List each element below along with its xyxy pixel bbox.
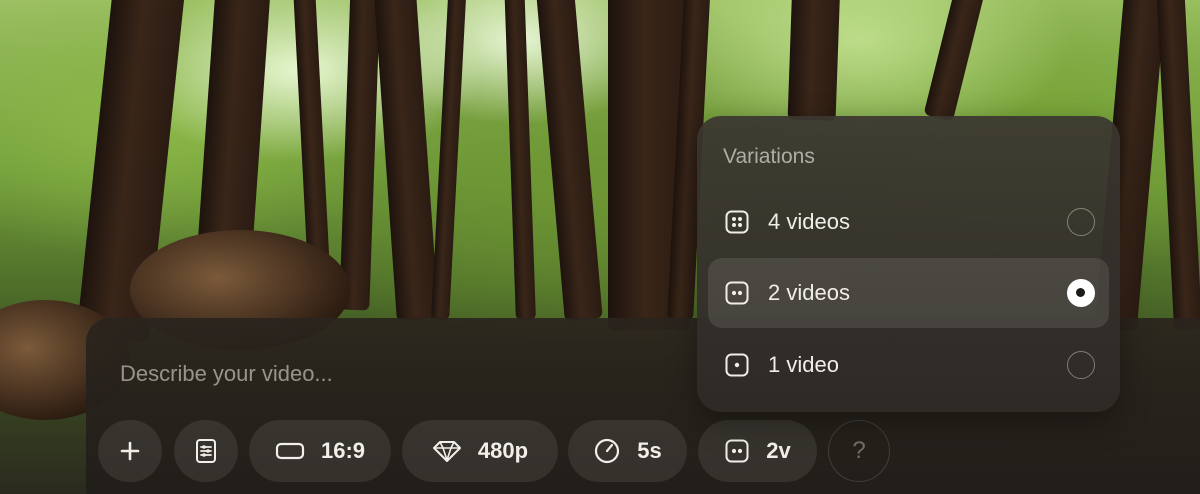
variation-option-1-video[interactable]: 1 video [708,330,1109,400]
tree-trunk [923,0,987,122]
tree-trunk [535,0,603,322]
help-label: ? [852,437,866,464]
add-button[interactable] [98,420,162,482]
tree-trunk [1155,0,1200,331]
tree-trunk [339,0,381,311]
prompt-settings-button[interactable] [174,420,238,482]
rectangle-icon [275,442,305,460]
clock-gauge-icon [595,438,620,464]
variation-option-label: 4 videos [768,209,850,234]
tree-trunk [504,0,536,321]
radio-unselected[interactable] [1067,351,1095,379]
two-dots-square-icon [725,439,749,463]
resolution-label: 480p [477,438,529,463]
variations-menu: Variations 4 videos 2 videos 1 video [697,116,1120,412]
duration-label: 5s [637,438,662,463]
two-dots-square-icon [725,281,749,305]
aspect-ratio-button[interactable]: 16:9 [249,420,391,482]
tree-trunk [787,0,841,121]
variation-option-label: 1 video [768,352,839,377]
plus-icon [120,441,140,461]
aspect-ratio-label: 16:9 [320,438,366,463]
diamond-icon [432,441,461,462]
prompt-input[interactable] [120,356,680,392]
one-dot-square-icon [725,353,749,377]
tree-trunk [431,0,467,321]
help-button[interactable]: ? [828,420,890,482]
variations-label: 2v [766,438,791,463]
radio-selected[interactable] [1067,279,1095,307]
variations-menu-title: Variations [723,145,815,168]
document-sliders-icon [196,439,216,463]
duration-button[interactable]: 5s [568,420,687,482]
variations-button[interactable]: 2v [698,420,817,482]
tree-trunk [292,0,330,261]
variation-option-4-videos[interactable]: 4 videos [708,187,1109,257]
resolution-button[interactable]: 480p [402,420,558,482]
tree-trunk [373,0,439,322]
variation-option-label: 2 videos [768,280,850,305]
four-dots-square-icon [725,210,749,234]
variation-option-2-videos[interactable]: 2 videos [708,258,1109,328]
radio-unselected[interactable] [1067,208,1095,236]
